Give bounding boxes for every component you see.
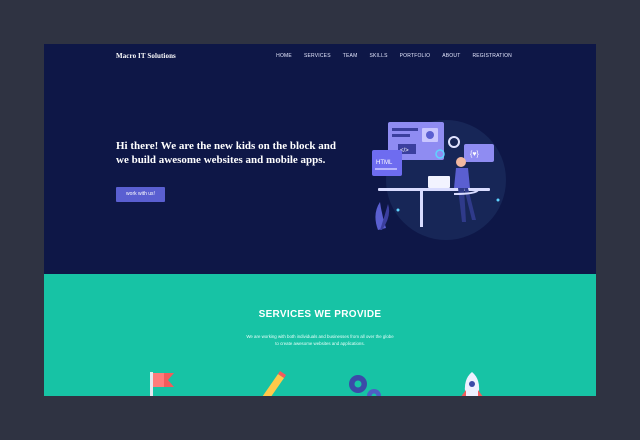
nav-menu: HOME SERVICES TEAM SKILLS PORTFOLIO ABOU… [276, 53, 512, 59]
heart-label: {♥} [470, 151, 479, 158]
pencil-icon [262, 371, 286, 396]
website-frame: Macro IT Solutions HOME SERVICES TEAM SK… [44, 44, 596, 396]
hero-headline: Hi there! We are the new kids on the blo… [116, 140, 337, 166]
services-section: SERVICES WE PROVIDE We are working with … [44, 274, 596, 396]
developer-illustration: </> HTML {♥} [372, 120, 506, 240]
gears-icon [349, 375, 381, 396]
nav-portfolio[interactable]: PORTFOLIO [400, 53, 431, 59]
nav-home[interactable]: HOME [276, 53, 292, 59]
brand-logo[interactable]: Macro IT Solutions [116, 52, 176, 60]
services-title: SERVICES WE PROVIDE [258, 309, 382, 320]
nav-services[interactable]: SERVICES [304, 53, 331, 59]
services-subtitle-line-1: We are working with both individuals and… [246, 334, 394, 339]
work-with-us-button[interactable]: work with us! [116, 187, 165, 202]
hero-section: Hi there! We are the new kids on the blo… [44, 68, 596, 274]
services-subtitle: We are working with both individuals and… [220, 333, 420, 347]
nav-registration[interactable]: REGISTRATION [472, 53, 512, 59]
rocket-icon [461, 372, 483, 396]
services-subtitle-line-2: to create awesome websites and applicati… [275, 341, 365, 346]
navbar: Macro IT Solutions HOME SERVICES TEAM SK… [44, 44, 596, 68]
nav-about[interactable]: ABOUT [442, 53, 460, 59]
nav-team[interactable]: TEAM [343, 53, 358, 59]
flag-icon [150, 372, 174, 396]
html-label: HTML [376, 160, 393, 166]
nav-skills[interactable]: SKILLS [369, 53, 387, 59]
